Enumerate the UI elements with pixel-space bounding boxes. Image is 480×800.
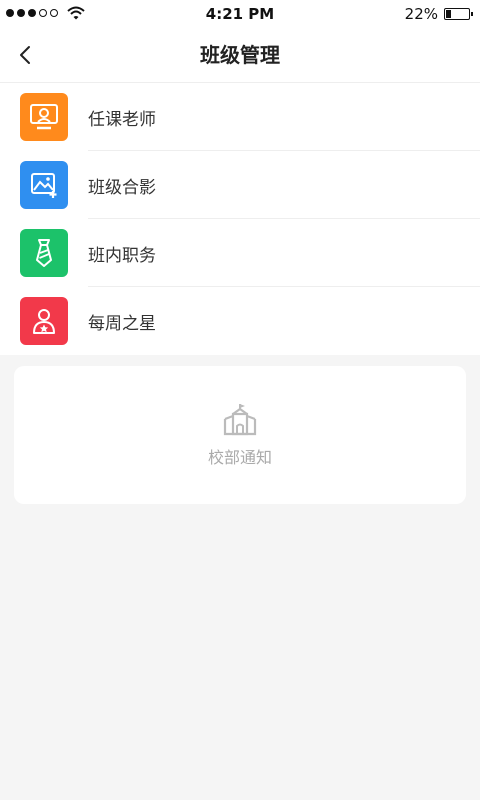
battery-icon [444,8,473,20]
menu-item-class-duties[interactable]: 班内职务 [0,219,480,287]
menu-item-label: 班级合影 [88,177,156,198]
teacher-screen-icon [30,104,58,130]
menu-icon-box [20,93,68,141]
school-notice-card[interactable]: 校部通知 [14,366,466,504]
chevron-left-icon [20,46,30,64]
menu-item-weekly-star[interactable]: 每周之星 [0,287,480,355]
nav-bar: 班级管理 [0,28,480,83]
menu-icon-box [20,161,68,209]
status-bar: 4:21 PM 22% [0,0,480,28]
tie-icon [36,239,52,267]
star-student-icon [33,309,55,334]
menu-item-label: 每周之星 [88,313,156,334]
menu-item-teachers[interactable]: 任课老师 [0,83,480,151]
menu-list: 任课老师 班级合影 班内职务 每周之星 [0,83,480,355]
menu-item-label: 班内职务 [88,245,156,266]
battery-percent: 22% [404,5,438,23]
menu-icon-box [20,297,68,345]
back-button[interactable] [10,40,40,70]
school-notice-label: 校部通知 [207,448,272,467]
photo-add-icon [31,173,57,198]
battery-indicator: 22% [404,5,473,23]
school-building-icon [223,404,257,436]
menu-item-label: 任课老师 [88,109,156,130]
battery-fill [446,10,452,18]
menu-icon-box [20,229,68,277]
page-title: 班级管理 [200,43,280,67]
menu-item-class-photo[interactable]: 班级合影 [0,151,480,219]
